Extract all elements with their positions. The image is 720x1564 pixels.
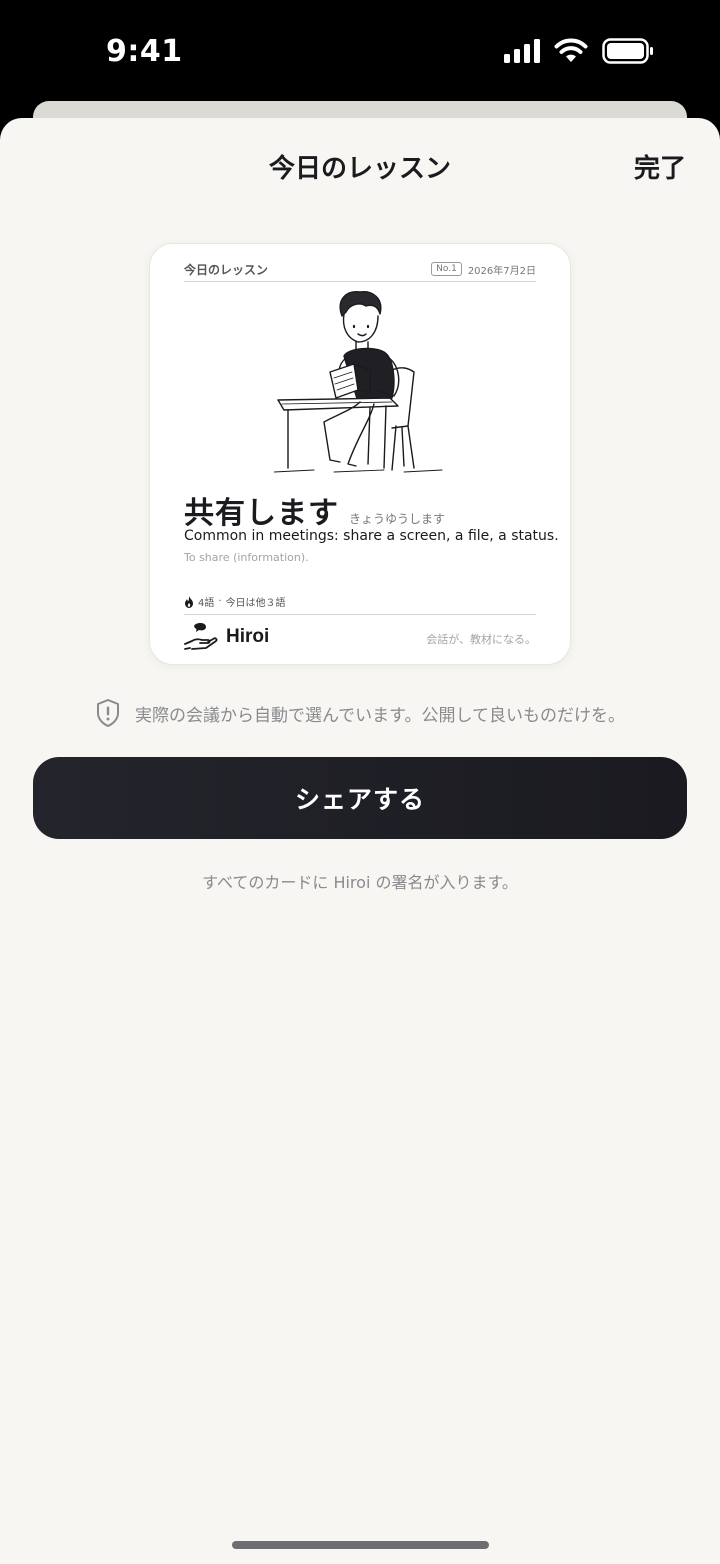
brand-row: Hiroi bbox=[184, 622, 269, 652]
card-number-badge: No.1 bbox=[431, 262, 462, 276]
wifi-icon bbox=[554, 38, 588, 62]
lesson-word: 共有します bbox=[184, 496, 339, 531]
signature-footnote: すべてのカードに Hiroi の署名が入ります。 bbox=[202, 873, 518, 892]
card-date: 2026年7月2日 bbox=[467, 265, 536, 277]
stats-row: 4語 · 今日は他３語 bbox=[184, 594, 286, 609]
hiroi-logo-icon bbox=[184, 623, 218, 650]
lesson-usage: Common in meetings: share a screen, a fi… bbox=[184, 528, 559, 544]
lesson-reading: きょうゆうします bbox=[349, 512, 446, 526]
stats-separator: · bbox=[218, 596, 222, 607]
card-header-meta: No.1 2026年7月2日 bbox=[431, 262, 536, 277]
done-button[interactable]: 完了 bbox=[634, 148, 686, 185]
share-button[interactable]: シェアする bbox=[33, 757, 687, 839]
card-divider-bottom bbox=[184, 614, 536, 615]
word-count: 4語 bbox=[198, 598, 215, 609]
shield-icon bbox=[97, 699, 120, 727]
battery-icon bbox=[602, 38, 653, 64]
status-bar: 9:41 bbox=[0, 0, 720, 100]
sheet-title: 今日のレッスン bbox=[268, 154, 451, 184]
reading-boy-illustration bbox=[274, 291, 443, 473]
privacy-notice: 実際の会議から自動で選んでいます。公開して良いものだけを。 bbox=[0, 698, 720, 728]
word-row: 共有します きょうゆうします bbox=[184, 488, 445, 532]
lesson-meaning: To share (information). bbox=[184, 551, 309, 564]
lesson-card: 今日のレッスン No.1 2026年7月2日 共有します きょうゆうします Co… bbox=[149, 243, 571, 665]
privacy-notice-text: 実際の会議から自動で選んでいます。公開して良いものだけを。 bbox=[135, 705, 625, 726]
status-icons bbox=[504, 38, 654, 64]
card-divider-top bbox=[184, 281, 536, 282]
brand-tagline: 会話が、教材になる。 bbox=[426, 633, 536, 646]
share-sheet: 今日のレッスン 完了 今日のレッスン No.1 2026年7月2日 共有します … bbox=[0, 118, 720, 1564]
home-indicator[interactable] bbox=[232, 1541, 489, 1549]
status-time: 9:41 bbox=[106, 34, 183, 69]
others-today: 今日は他３語 bbox=[225, 598, 286, 609]
brand-name: Hiroi bbox=[226, 626, 270, 647]
flame-icon bbox=[185, 595, 193, 608]
card-header-title: 今日のレッスン bbox=[184, 262, 269, 277]
cellular-signal-icon bbox=[504, 39, 540, 63]
card-header: 今日のレッスン No.1 2026年7月2日 bbox=[184, 256, 536, 282]
